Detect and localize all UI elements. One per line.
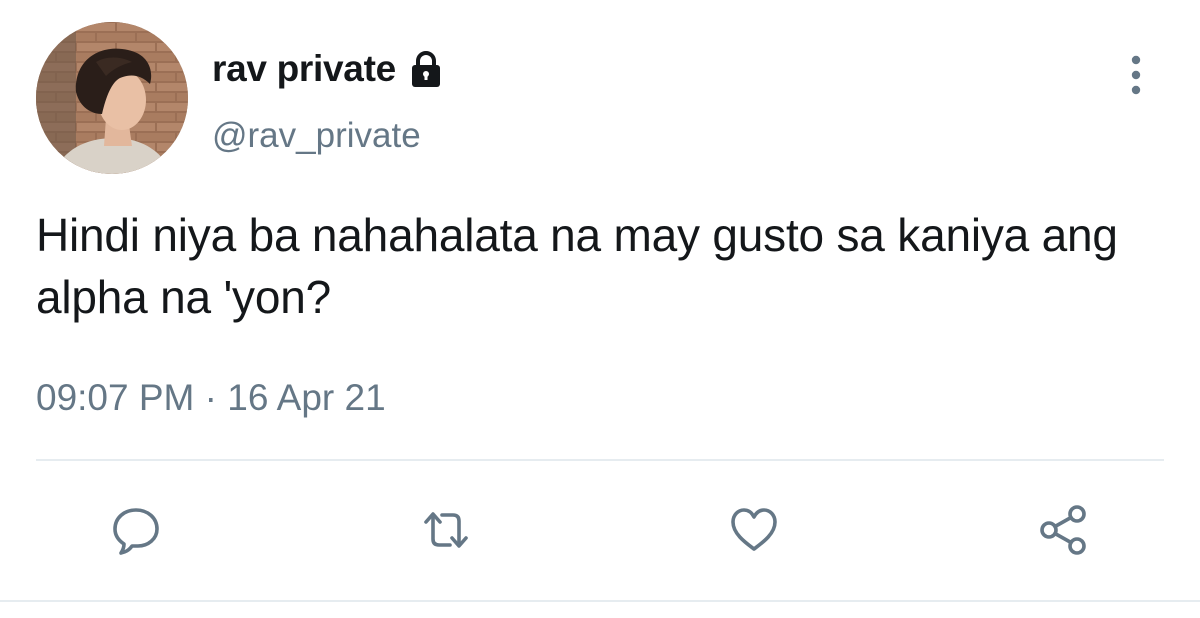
lock-icon bbox=[411, 51, 440, 87]
tweet-card: rav private @rav_private Hindi niya ba n… bbox=[0, 0, 1200, 618]
share-icon bbox=[1040, 505, 1086, 555]
tweet-timestamp: 09:07 PM · 16 Apr 21 bbox=[36, 377, 386, 419]
user-name-row: rav private bbox=[212, 46, 446, 92]
tweet-time: 09:07 PM bbox=[36, 377, 195, 418]
more-options-icon[interactable] bbox=[1122, 52, 1150, 98]
retweet-button[interactable] bbox=[416, 500, 476, 560]
profile-photo bbox=[36, 22, 188, 174]
display-name[interactable]: rav private bbox=[212, 48, 396, 90]
bottom-divider bbox=[0, 600, 1200, 602]
avatar[interactable] bbox=[36, 22, 188, 174]
tweet-text: Hindi niya ba nahahalata na may gusto sa… bbox=[36, 209, 1118, 323]
like-button[interactable] bbox=[724, 500, 784, 560]
timestamp-separator: · bbox=[194, 377, 228, 418]
user-handle[interactable]: @rav_private bbox=[212, 116, 421, 156]
reply-button[interactable] bbox=[106, 500, 166, 560]
comment-icon bbox=[113, 508, 159, 555]
heart-icon bbox=[731, 508, 777, 551]
retweet-icon bbox=[424, 512, 468, 548]
tweet-date: 16 Apr 21 bbox=[227, 377, 386, 418]
share-button[interactable] bbox=[1034, 500, 1094, 560]
divider bbox=[36, 459, 1164, 461]
